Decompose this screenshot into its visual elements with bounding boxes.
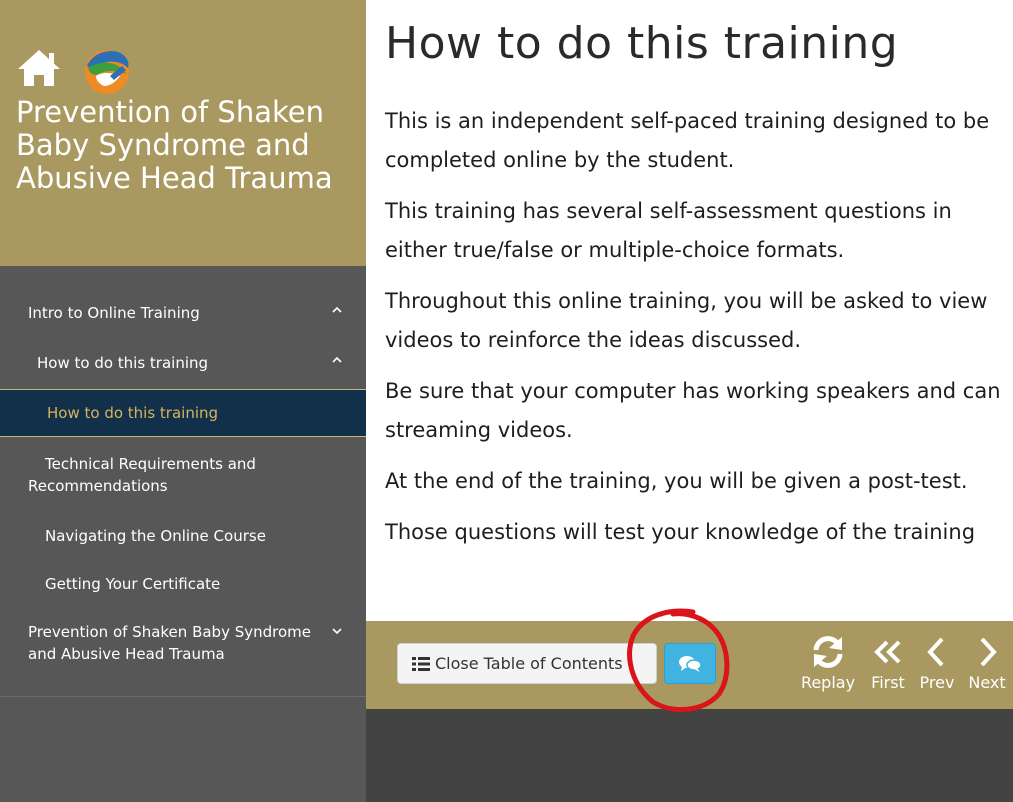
paragraph-line: completed online by the student. <box>385 148 735 172</box>
toc-divider <box>0 696 366 697</box>
paragraph-line: either true/false or multiple-choice for… <box>385 238 845 262</box>
close-toc-button[interactable]: Close Table of Contents <box>397 643 657 684</box>
double-chevron-left-icon <box>874 640 901 664</box>
toc-item-certificate[interactable]: Getting Your Certificate <box>0 561 366 607</box>
toc-item-label: Getting Your Certificate <box>45 575 221 593</box>
paragraph-line: This training has several self-assessmen… <box>385 199 952 223</box>
sidebar: Prevention of Shaken Baby Syndrome and A… <box>0 0 366 802</box>
paragraph-line: streaming videos. <box>385 418 573 442</box>
chevron-up-icon[interactable] <box>330 300 344 322</box>
toc-item-how-to-active[interactable]: How to do this training <box>0 389 366 437</box>
toc-item-label: Technical Requirements and Recommendatio… <box>28 455 256 495</box>
paragraph-line: At the end of the training, you will be … <box>385 469 968 493</box>
paragraph-line: Be sure that your computer has working s… <box>385 379 1001 403</box>
paragraph: Those questions will test your knowledge… <box>385 513 1013 552</box>
sidebar-header: Prevention of Shaken Baby Syndrome and A… <box>0 0 366 266</box>
toc-item-navigating[interactable]: Navigating the Online Course <box>0 511 366 559</box>
chevron-down-icon[interactable] <box>330 621 344 643</box>
paragraph-line: This is an independent self-paced traini… <box>385 109 990 133</box>
prev-label: Prev <box>919 673 955 692</box>
paragraph: At the end of the training, you will be … <box>385 462 1013 501</box>
chat-bubbles-icon <box>679 655 702 672</box>
first-label: First <box>871 673 905 692</box>
page-title: How to do this training <box>385 18 899 69</box>
paragraph-line: Those questions will test your knowledge… <box>385 520 976 544</box>
toc-item-label: Intro to Online Training <box>28 304 200 322</box>
prev-button[interactable]: Prev <box>915 633 959 697</box>
bottom-toolbar: Close Table of Contents Replay First Pre… <box>366 621 1013 709</box>
course-title: Prevention of Shaken Baby Syndrome and A… <box>16 95 333 195</box>
toc-item-label: Navigating the Online Course <box>45 527 266 545</box>
replay-label: Replay <box>800 673 856 692</box>
next-label: Next <box>968 673 1006 692</box>
close-toc-label: Close Table of Contents <box>435 654 623 673</box>
list-icon <box>412 656 430 671</box>
toc-item-how-to-section[interactable]: How to do this training <box>0 340 366 386</box>
refresh-icon <box>813 636 843 668</box>
chevron-up-icon[interactable] <box>330 350 344 372</box>
content-body: This is an independent self-paced traini… <box>385 102 1013 564</box>
replay-button[interactable]: Replay <box>796 633 860 697</box>
paragraph-line: Throughout this online training, you wil… <box>385 289 988 313</box>
paragraph-line: videos to reinforce the ideas discussed. <box>385 328 802 352</box>
toc-item-prevention-module[interactable]: Prevention of Shaken Baby Syndrome and A… <box>0 609 366 677</box>
toc-item-technical-requirements[interactable]: Technical Requirements and Recommendatio… <box>0 439 366 509</box>
chevron-right-icon <box>980 637 997 667</box>
paragraph: This training has several self-assessmen… <box>385 192 1013 270</box>
toc-item-intro[interactable]: Intro to Online Training <box>0 290 366 336</box>
home-icon[interactable] <box>16 48 62 88</box>
chevron-left-icon <box>927 637 944 667</box>
chat-button[interactable] <box>664 643 716 684</box>
next-button[interactable]: Next <box>965 633 1009 697</box>
toc-item-label: Prevention of Shaken Baby Syndrome and A… <box>28 623 311 663</box>
table-of-contents: Intro to Online Training How to do this … <box>0 290 366 677</box>
content-area: How to do this training This is an indep… <box>366 0 1013 621</box>
toc-item-label: How to do this training <box>47 404 219 422</box>
toc-item-label: How to do this training <box>37 354 209 372</box>
paragraph: Be sure that your computer has working s… <box>385 372 1013 450</box>
paragraph: This is an independent self-paced traini… <box>385 102 1013 180</box>
globe-logo-icon <box>85 50 129 94</box>
first-button[interactable]: First <box>866 633 910 697</box>
paragraph: Throughout this online training, you wil… <box>385 282 1013 360</box>
